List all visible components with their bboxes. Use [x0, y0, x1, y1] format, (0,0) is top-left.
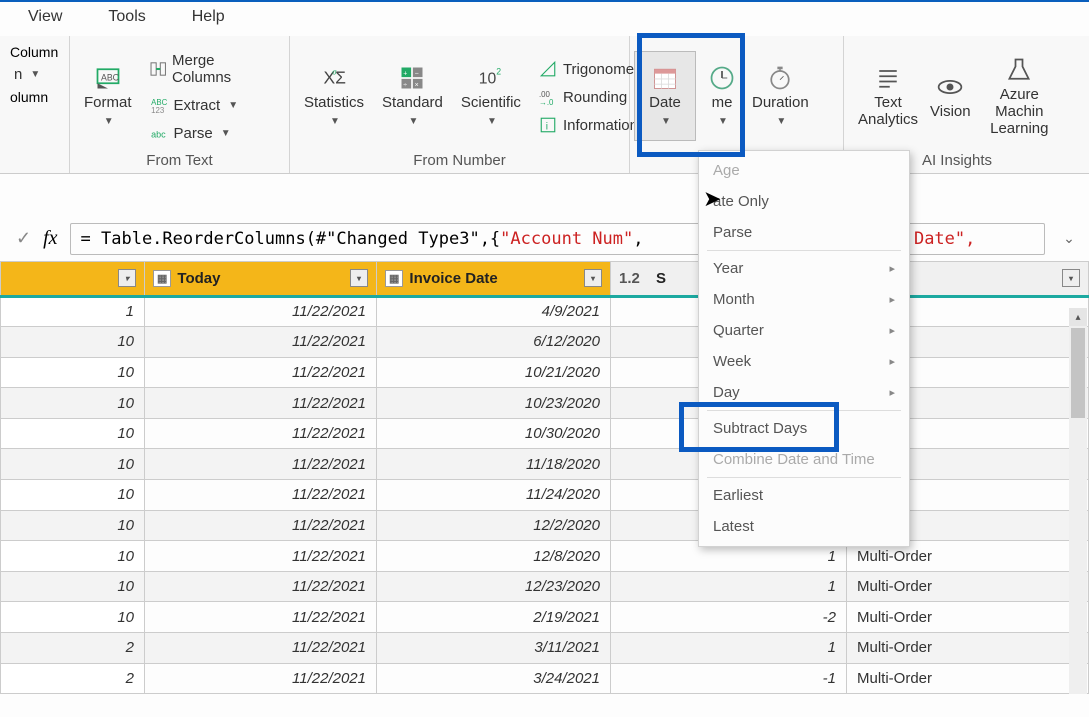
data-grid: ▾ ▦Today▾ ▦Invoice Date▾ 1.2 S nt Type▾ …	[0, 262, 1089, 694]
standard-icon: +−÷ ×	[398, 64, 426, 92]
table-row[interactable]: 1011/22/202110/21/2020rder	[1, 357, 1089, 388]
table-row[interactable]: 1011/22/202112/23/20201Multi-Order	[1, 571, 1089, 602]
date-type-icon: ▦	[153, 270, 171, 287]
svg-text:123: 123	[151, 106, 165, 114]
menu-month[interactable]: Month▸	[699, 284, 909, 315]
menu-earliest[interactable]: Earliest	[699, 480, 909, 511]
vertical-scrollbar[interactable]: ▴	[1069, 308, 1087, 694]
scroll-up-icon[interactable]: ▴	[1069, 308, 1087, 326]
menu-date-only[interactable]: ate Only	[699, 186, 909, 217]
scientific-icon: 102	[477, 64, 505, 92]
formula-accept-icon[interactable]: ✓	[16, 228, 31, 249]
vision-button[interactable]: Vision	[926, 51, 975, 141]
sigma-icon: XΣσ	[320, 64, 348, 92]
formula-text-red: "Account Num"	[500, 229, 633, 249]
svg-text:÷: ÷	[404, 82, 408, 89]
from-number-label: From Number	[300, 152, 619, 173]
date-type-icon: ▦	[385, 270, 403, 287]
table-row[interactable]: 1011/22/202110/30/2020rder	[1, 418, 1089, 449]
extract-icon: ABC123	[150, 96, 168, 114]
menu-age[interactable]: Age	[699, 155, 909, 186]
stopwatch-icon	[766, 64, 794, 92]
rounding-icon: .00→.0	[539, 88, 557, 106]
statistics-button[interactable]: XΣσ Statistics▼	[300, 51, 368, 141]
trig-icon	[539, 60, 557, 78]
table-row[interactable]: 1011/22/202111/24/2020rder	[1, 480, 1089, 511]
extract-button[interactable]: ABC123 Extract▼	[146, 94, 273, 116]
text-analytics-icon	[874, 64, 902, 92]
parse-icon: abc	[150, 124, 168, 142]
svg-text:−: −	[415, 70, 419, 77]
menu-help[interactable]: Help	[184, 6, 233, 28]
svg-text:ABC: ABC	[101, 73, 119, 83]
col-today: Today	[177, 270, 220, 287]
fx-icon: fx	[43, 227, 57, 250]
table-row[interactable]: 1011/22/20216/12/2020rder	[1, 327, 1089, 358]
col-filter[interactable]: ▾	[1062, 269, 1080, 287]
time-button[interactable]: me▼	[700, 51, 744, 141]
table-row[interactable]: 1011/22/202112/8/20201Multi-Order	[1, 541, 1089, 572]
formula-text-prefix: = Table.ReorderColumns(#"Changed Type3",…	[81, 229, 501, 249]
parse-button[interactable]: abc Parse▼	[146, 122, 273, 144]
svg-text:σ: σ	[332, 70, 337, 77]
table-row[interactable]: 211/22/20213/11/20211Multi-Order	[1, 633, 1089, 664]
eye-icon	[936, 73, 964, 101]
format-button[interactable]: ABC Format▼	[80, 51, 136, 141]
svg-text:abc: abc	[151, 130, 166, 140]
format-icon: ABC	[94, 64, 122, 92]
merge-icon	[150, 60, 166, 78]
table-row[interactable]: 211/22/20213/24/2021-1Multi-Order	[1, 663, 1089, 694]
from-text-label: From Text	[80, 152, 279, 173]
col-filter[interactable]: ▾	[584, 269, 602, 287]
menu-year[interactable]: Year▸	[699, 253, 909, 284]
svg-text:×: ×	[415, 82, 419, 89]
table-row[interactable]: 111/22/20214/9/2021rder	[1, 296, 1089, 327]
table-row[interactable]: 1011/22/20212/19/2021-2Multi-Order	[1, 602, 1089, 633]
table-row[interactable]: 1011/22/202111/18/2020rder	[1, 449, 1089, 480]
date-dropdown-menu: Age ate Only Parse Year▸ Month▸ Quarter▸…	[698, 150, 910, 547]
merge-columns-button[interactable]: Merge Columns	[146, 50, 273, 88]
svg-text:i: i	[546, 122, 548, 133]
flask-icon	[1005, 56, 1033, 84]
menu-latest[interactable]: Latest	[699, 511, 909, 542]
table-row[interactable]: 1011/22/202112/2/2020rder	[1, 510, 1089, 541]
svg-text:2: 2	[496, 67, 501, 77]
clock-icon	[708, 64, 736, 92]
scientific-button[interactable]: 102 Scientific▼	[457, 51, 525, 141]
unknown-dropdown[interactable]: n▼	[10, 64, 53, 85]
formula-expand-button[interactable]: ⌄	[1057, 230, 1081, 247]
info-icon: i	[539, 116, 557, 134]
menu-tools[interactable]: Tools	[100, 6, 153, 28]
svg-text:+: +	[404, 70, 408, 77]
column-label2: olumn	[10, 89, 53, 105]
menu-week[interactable]: Week▸	[699, 346, 909, 377]
col-filter[interactable]: ▾	[118, 269, 136, 287]
text-analytics-button[interactable]: Text Analytics	[854, 51, 922, 141]
duration-button[interactable]: Duration▼	[748, 51, 813, 141]
svg-text:10: 10	[479, 70, 497, 87]
menu-day[interactable]: Day▸	[699, 377, 909, 408]
date-button[interactable]: Date▼	[634, 51, 696, 141]
standard-button[interactable]: +−÷× Standard▼	[378, 51, 447, 141]
scrollbar-thumb[interactable]	[1071, 328, 1085, 418]
table-row[interactable]: 1011/22/202110/23/2020rder	[1, 388, 1089, 419]
calendar-icon	[651, 64, 679, 92]
menu-quarter[interactable]: Quarter▸	[699, 315, 909, 346]
menu-subtract-days[interactable]: Subtract Days	[699, 413, 909, 444]
menu-view[interactable]: View	[20, 6, 70, 28]
col-filter[interactable]: ▾	[350, 269, 368, 287]
col-invoice-date: Invoice Date	[409, 270, 497, 287]
azure-ml-button[interactable]: Azure Machin Learning	[979, 51, 1060, 141]
svg-text:→.0: →.0	[539, 98, 554, 106]
menu-parse[interactable]: Parse	[699, 217, 909, 248]
menu-combine-date-time[interactable]: Combine Date and Time	[699, 444, 909, 475]
column-label: Column	[10, 44, 53, 60]
